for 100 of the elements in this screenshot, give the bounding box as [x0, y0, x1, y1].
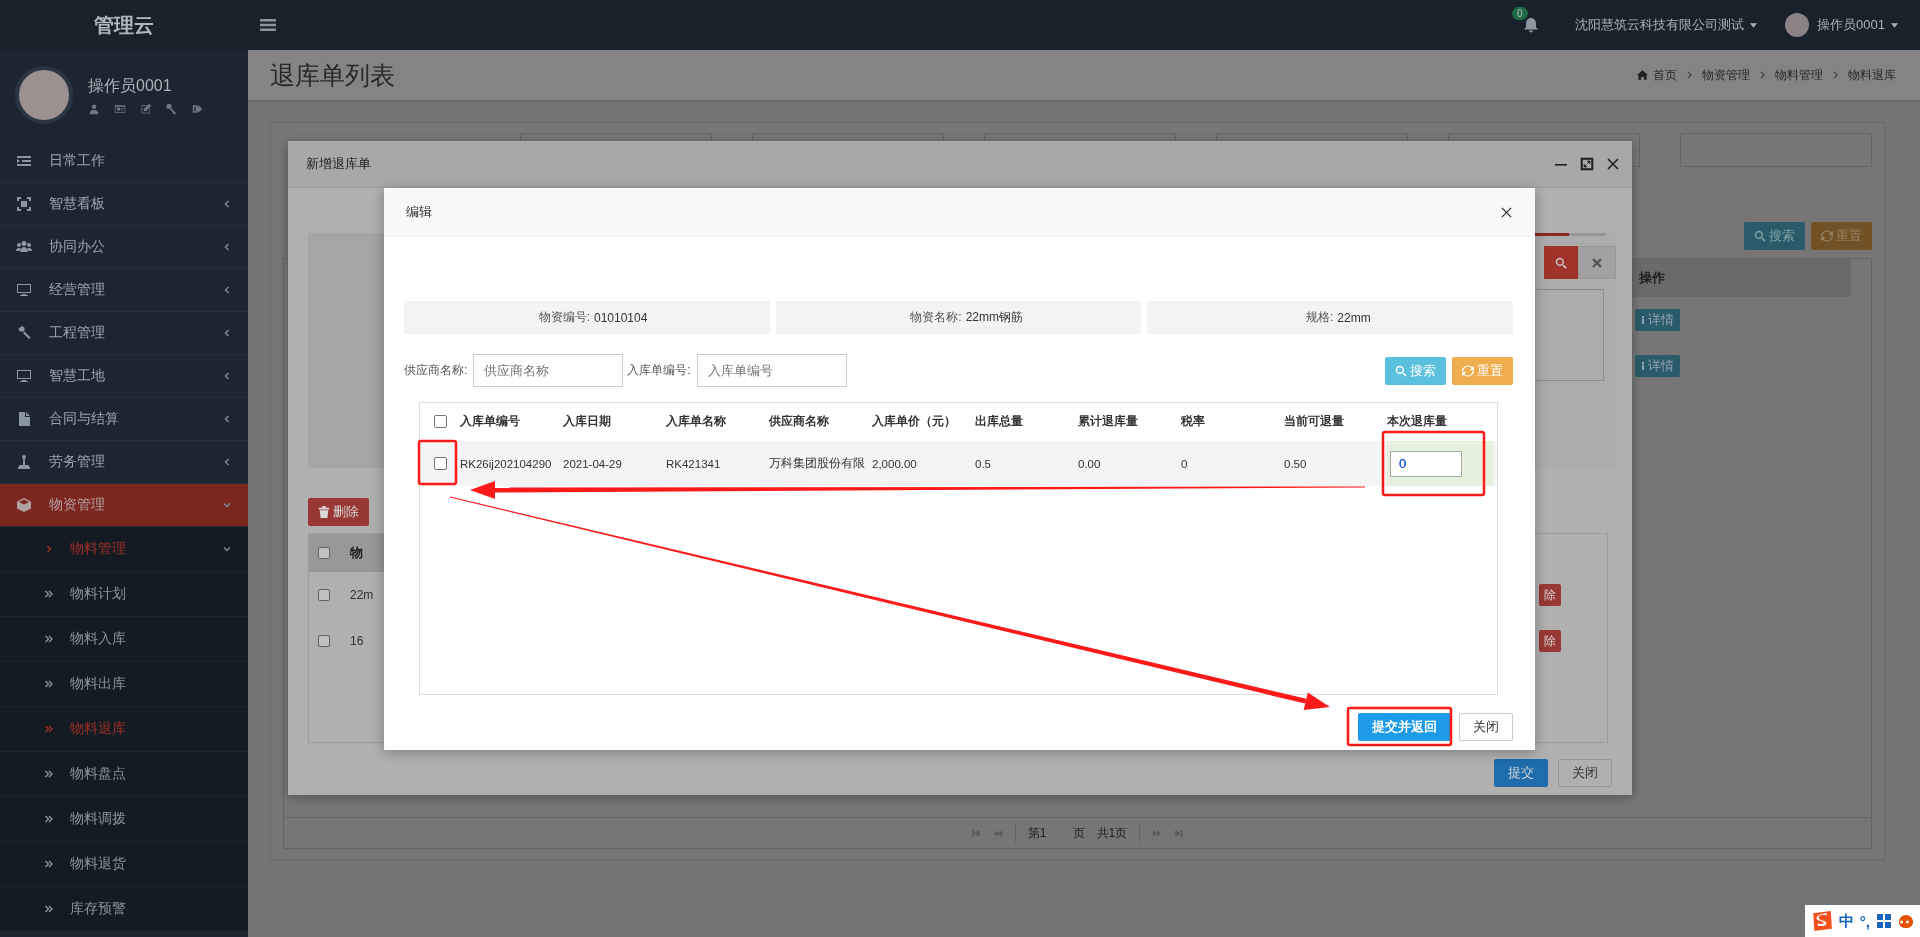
column-header: 税率 — [1181, 412, 1206, 430]
annotation-box — [417, 439, 458, 486]
double-chevron-icon — [44, 904, 54, 914]
info-icon — [1641, 361, 1645, 371]
chevron-down-icon — [222, 544, 232, 554]
users-icon — [16, 239, 32, 255]
chevron-left-icon — [222, 285, 232, 295]
chevron-right-icon — [44, 544, 54, 554]
input-field[interactable]: 入库单编号 — [696, 354, 847, 387]
table-cell: 16 — [350, 634, 364, 648]
delete-button[interactable]: 除 — [1539, 584, 1561, 606]
checkbox[interactable] — [433, 457, 447, 470]
sign-out-icon[interactable] — [192, 102, 204, 115]
cube-icon — [16, 497, 32, 513]
field-label: 规格: — [1305, 309, 1334, 326]
search-icon — [1395, 364, 1407, 377]
hammer-icon — [16, 325, 32, 341]
dialog-title: 新增退库单 — [306, 155, 371, 173]
trash-icon — [318, 506, 330, 518]
punctuation-mode[interactable]: °, — [1859, 912, 1870, 930]
table-cell-text: 0.00 — [1078, 457, 1102, 470]
column-header: 本次退库量 — [1387, 412, 1448, 430]
checkbox[interactable] — [318, 635, 330, 647]
delete-button[interactable]: 删除 — [308, 498, 369, 526]
breadcrumb-link[interactable]: 物资管理 — [1702, 66, 1750, 84]
input-field[interactable]: 供应商名称 — [473, 354, 624, 387]
field-value: 22mm钢筋 — [965, 309, 1023, 326]
checkbox[interactable] — [318, 547, 330, 559]
company-dropdown[interactable]: 沈阳慧筑云科技有限公司测试 — [1575, 16, 1745, 34]
submit-button[interactable]: 提交并返回 — [1358, 713, 1451, 741]
monitor-icon — [16, 368, 32, 384]
field-label: 物资编号: — [537, 309, 590, 326]
id-card-icon[interactable] — [114, 102, 126, 115]
field-label: 入库单编号: — [627, 362, 691, 379]
checkbox[interactable] — [433, 414, 447, 428]
s-logo-icon[interactable] — [1810, 910, 1833, 932]
chevron-right-icon — [1760, 71, 1765, 79]
double-chevron-icon — [44, 634, 54, 644]
user-dropdown[interactable]: 操作员0001 — [1817, 16, 1885, 34]
table-cell-text: 0.50 — [1284, 457, 1308, 470]
field-value: 22mm — [1337, 310, 1371, 325]
close-button[interactable]: 关闭 — [1459, 713, 1513, 741]
page-title: 退库单列表 — [270, 59, 395, 91]
column-header: 操作 — [1631, 259, 1851, 297]
table-cell-text: 2,000.00 — [872, 457, 918, 470]
maximize-icon[interactable] — [1580, 157, 1594, 171]
submit-button[interactable]: 提交 — [1494, 759, 1548, 787]
column-header: 入库日期 — [563, 412, 612, 430]
avatar[interactable] — [1785, 13, 1810, 37]
chevron-left-icon — [222, 199, 232, 209]
key-icon[interactable] — [166, 102, 178, 115]
edit-icon[interactable] — [140, 102, 152, 115]
double-chevron-icon — [44, 814, 54, 824]
search-button[interactable] — [1544, 246, 1578, 279]
user-icon[interactable] — [88, 102, 100, 115]
breadcrumb-link[interactable]: 物料退库 — [1848, 66, 1896, 84]
app-logo: 管理云 — [94, 12, 154, 38]
close-button[interactable]: 关闭 — [1558, 759, 1612, 787]
column-header: 供应商名称 — [769, 412, 830, 430]
sidebar-item[interactable]: 物资管理 — [0, 484, 248, 527]
close-icon[interactable] — [1500, 205, 1513, 219]
delete-button[interactable]: 除 — [1539, 630, 1561, 652]
table-cell-text: 0.5 — [975, 457, 992, 470]
breadcrumb-link[interactable]: 物料管理 — [1775, 66, 1823, 84]
breadcrumb-link[interactable]: 首页 — [1653, 66, 1677, 84]
column-header: 当前可退量 — [1284, 412, 1345, 430]
grid-icon[interactable] — [1876, 913, 1892, 929]
chevron-left-icon — [222, 457, 232, 467]
home-icon — [1637, 70, 1648, 80]
mascot-icon[interactable] — [1898, 913, 1914, 929]
dialog-title: 编辑 — [406, 203, 432, 221]
field-label: 供应商名称: — [404, 362, 468, 379]
menu-icon[interactable] — [260, 18, 276, 32]
table-cell-text: 万科集团股份有限 — [769, 456, 866, 471]
quantity-field[interactable]: 0 — [1390, 450, 1462, 477]
details-button[interactable]: 详情 — [1635, 355, 1680, 377]
frame-icon — [16, 196, 32, 212]
page-label: 页 — [1072, 824, 1085, 842]
field-label: 物资名称: — [909, 309, 962, 326]
search-icon — [1754, 230, 1766, 242]
clear-button[interactable] — [1578, 246, 1616, 279]
table-cell-text: 2021-04-29 — [563, 457, 623, 470]
sidebar-item[interactable]: 合同与结算 — [0, 398, 248, 441]
checkbox[interactable] — [318, 589, 330, 601]
double-chevron-icon — [44, 679, 54, 689]
table-cell-text: RK421341 — [666, 457, 722, 470]
table-cell: 22m — [350, 588, 374, 602]
column-header: 出库总量 — [975, 412, 1024, 430]
chevron-right-icon — [1833, 71, 1838, 79]
double-chevron-icon — [44, 724, 54, 734]
details-button[interactable]: 详情 — [1635, 309, 1680, 331]
close-icon[interactable] — [1606, 157, 1620, 171]
bell-icon[interactable] — [1523, 17, 1540, 33]
column-header: 物 — [350, 544, 363, 562]
input-mode[interactable]: 中 — [1838, 911, 1854, 931]
chevron-left-icon — [222, 328, 232, 338]
joystick-icon — [16, 454, 32, 470]
chevron-left-icon — [222, 371, 232, 381]
field-value: 01010104 — [594, 310, 648, 325]
table-cell-text: RK26ij202104290 — [460, 457, 553, 470]
